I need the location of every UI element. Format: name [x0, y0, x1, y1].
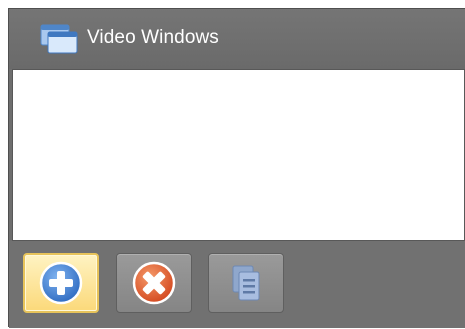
- video-windows-panel: Video Windows: [0, 0, 465, 329]
- panel-frame: Video Windows: [8, 8, 465, 328]
- add-button[interactable]: [23, 253, 99, 313]
- plus-circle-icon: [39, 261, 83, 305]
- list-pages-icon: [232, 265, 260, 301]
- panel-toolbar: [9, 241, 465, 328]
- x-circle-icon: [132, 261, 176, 305]
- panel-title: Video Windows: [87, 27, 219, 48]
- windows-stack-icon: [39, 23, 79, 55]
- panel-header: Video Windows: [9, 9, 465, 69]
- remove-button[interactable]: [116, 253, 192, 313]
- video-windows-list[interactable]: [12, 69, 465, 241]
- list-button[interactable]: [208, 253, 284, 313]
